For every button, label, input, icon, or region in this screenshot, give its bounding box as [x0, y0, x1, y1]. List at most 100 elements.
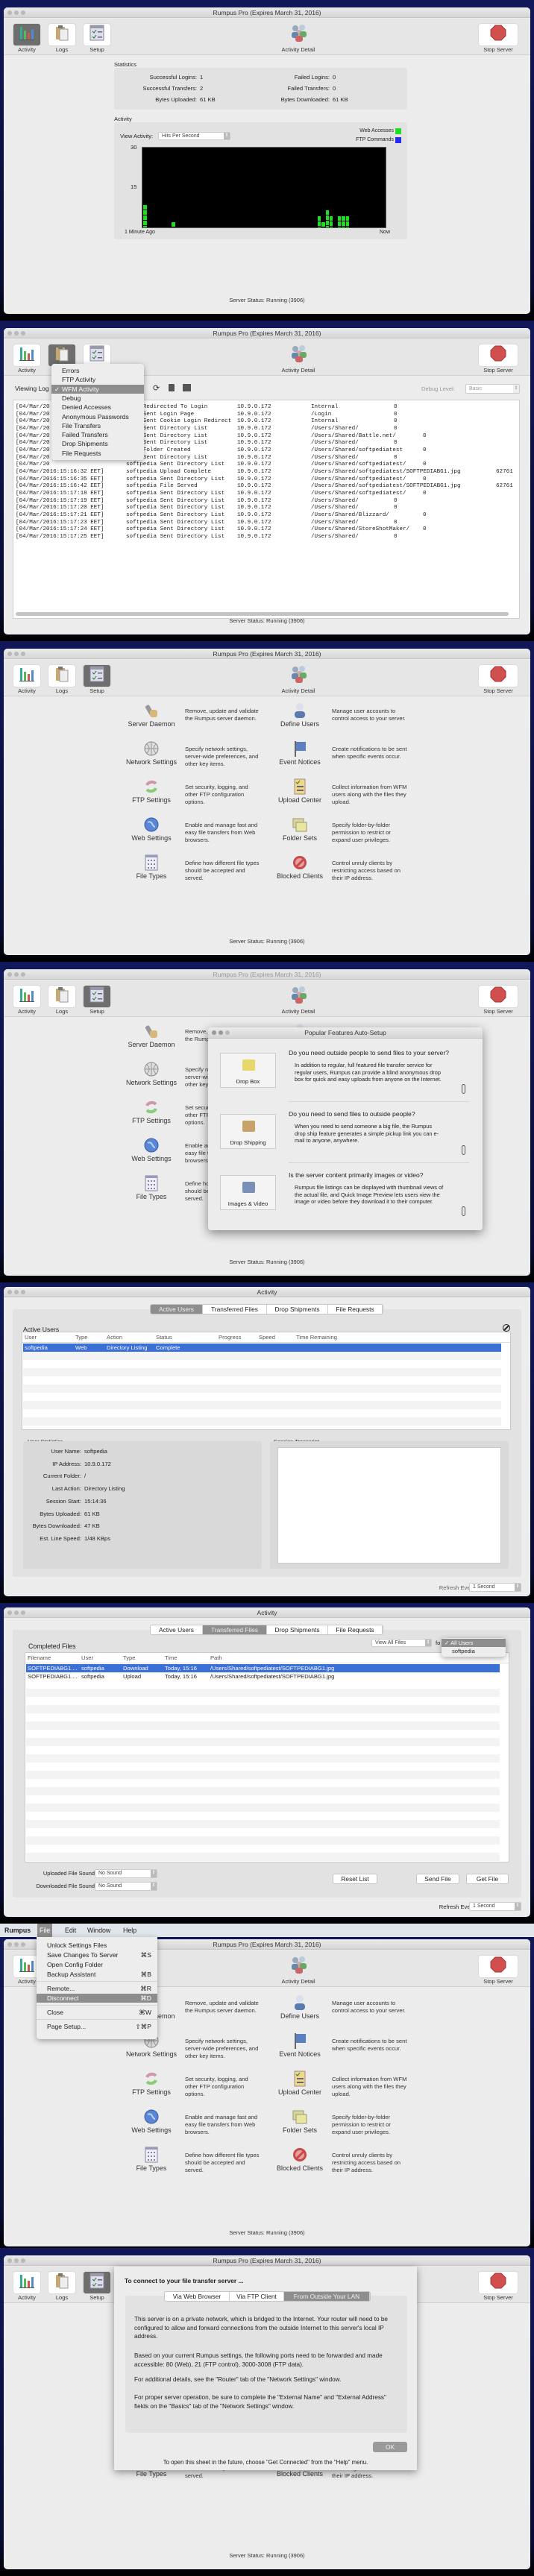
session-transcript-text[interactable]	[277, 1447, 501, 1563]
table-row[interactable]	[26, 1812, 500, 1820]
file-menu-item[interactable]: Unlock Settings Files	[37, 1941, 157, 1950]
ok-button[interactable]: OK	[373, 2442, 407, 2452]
table-row[interactable]	[23, 1385, 501, 1393]
table-row[interactable]	[26, 1779, 500, 1787]
column-header[interactable]: Type	[75, 1332, 87, 1343]
activity-detail-button[interactable]	[289, 344, 309, 364]
menubar-window[interactable]: Window	[85, 1924, 113, 1937]
table-row[interactable]	[26, 1730, 500, 1738]
stop-server-button[interactable]	[479, 665, 518, 687]
trash-icon[interactable]	[169, 384, 175, 391]
table-row[interactable]	[26, 1795, 500, 1804]
file-menu-item[interactable]: Backup Assistant ⌘B	[37, 1970, 157, 1979]
setup-toolbar-button[interactable]	[84, 344, 110, 366]
setup-toolbar-button[interactable]	[84, 665, 110, 687]
block-user-icon[interactable]	[503, 1324, 510, 1332]
logs-toolbar-button[interactable]	[48, 2272, 75, 2293]
downloaded-sound-select[interactable]: No Sound ⇕	[95, 1882, 157, 1891]
column-header[interactable]: Time Remaining	[296, 1332, 337, 1343]
uploaded-sound-select[interactable]: No Sound ⇕	[95, 1869, 157, 1878]
tab-transferred-files[interactable]: Transferred Files	[203, 1305, 267, 1314]
table-row[interactable]	[26, 1713, 500, 1722]
tab-drop-shipments[interactable]: Drop Shipments	[267, 1305, 328, 1314]
table-row[interactable]	[26, 1820, 500, 1828]
setup-toolbar-button[interactable]	[84, 2272, 110, 2293]
table-row[interactable]	[26, 1722, 500, 1730]
info-icon[interactable]	[462, 1084, 465, 1094]
table-row[interactable]	[23, 1360, 501, 1368]
tab-active-users[interactable]: Active Users	[151, 1625, 203, 1634]
column-header[interactable]: User	[25, 1332, 37, 1343]
stop-server-button[interactable]	[479, 24, 518, 45]
table-row[interactable]	[26, 1828, 500, 1836]
log-menu-item[interactable]: Drop Shipments	[51, 439, 144, 448]
feature-button[interactable]: Drop Shipping	[220, 1114, 276, 1149]
setup-toolbar-button[interactable]	[84, 986, 110, 1007]
table-row[interactable]	[26, 1853, 500, 1861]
table-row[interactable]	[23, 1352, 501, 1360]
menubar-help[interactable]: Help	[121, 1924, 139, 1937]
table-row[interactable]	[26, 1771, 500, 1779]
refresh-every-select[interactable]: 1 Second ⇕	[469, 1902, 521, 1911]
logs-toolbar-button[interactable]	[48, 665, 75, 687]
log-menu-item[interactable]: FTP Activity	[51, 375, 144, 384]
log-menu-item[interactable]: Errors	[51, 366, 144, 375]
tab-transferred-files[interactable]: Transferred Files	[203, 1625, 267, 1634]
log-menu-item[interactable]: Failed Transfers	[51, 430, 144, 439]
log-menu-item[interactable]: File Requests	[51, 449, 144, 458]
table-row[interactable]	[26, 1804, 500, 1812]
menubar-file[interactable]: File	[37, 1924, 53, 1937]
table-row[interactable]	[23, 1393, 501, 1401]
table-row[interactable]	[26, 1836, 500, 1845]
table-row[interactable]	[26, 1746, 500, 1754]
refresh-icon[interactable]: ⟳	[153, 383, 160, 393]
menubar-rumpus[interactable]: Rumpus	[2, 1924, 33, 1937]
tab-drop-shipments[interactable]: Drop Shipments	[267, 1625, 328, 1634]
feature-button[interactable]: Drop Box	[220, 1053, 276, 1088]
file-menu-item[interactable]: Disconnect ⌘D	[37, 1994, 157, 2003]
logs-toolbar-button[interactable]	[48, 24, 75, 45]
info-icon[interactable]	[462, 1145, 465, 1155]
table-row[interactable]	[26, 1845, 500, 1853]
tab-active-users[interactable]: Active Users	[151, 1305, 203, 1314]
feature-button[interactable]: Images & Video	[220, 1175, 276, 1210]
logs-toolbar-button[interactable]	[48, 986, 75, 1007]
setup-toolbar-button[interactable]	[84, 24, 110, 45]
column-header[interactable]: User	[81, 1653, 93, 1663]
activity-detail-button[interactable]	[289, 1956, 309, 1975]
table-row[interactable]	[26, 1689, 500, 1697]
debug-level-select[interactable]: Basic ⇕	[465, 384, 520, 394]
tab-file-requests[interactable]: File Requests	[328, 1625, 383, 1634]
log-menu-item[interactable]: ✓ WFM Activity	[51, 384, 144, 394]
table-row[interactable]: SOFTPEDIABG1.... softpedia Download Today, …	[26, 1664, 500, 1672]
table-row[interactable]	[23, 1401, 501, 1409]
tab-via-ftp-client[interactable]: Via FTP Client	[230, 2292, 284, 2301]
stop-server-button[interactable]	[479, 2272, 518, 2293]
table-row[interactable]	[26, 1763, 500, 1771]
tab-from-outside-your-lan[interactable]: From Outside Your LAN	[284, 2292, 370, 2301]
activity-toolbar-button[interactable]	[13, 2272, 40, 2293]
stop-server-button[interactable]	[479, 1956, 518, 1977]
export-icon[interactable]	[183, 384, 191, 391]
log-menu-item[interactable]: Denied Accesses	[51, 403, 144, 412]
table-row[interactable]: SOFTPEDIABG1.... softpedia Upload Today, 15…	[26, 1672, 500, 1681]
completed-files-table[interactable]: Filename User Type Time Path SOFTPEDIABG1....…	[25, 1652, 509, 1862]
activity-toolbar-button[interactable]	[13, 665, 40, 687]
send-file-button[interactable]: Send File	[416, 1874, 459, 1884]
table-row[interactable]	[23, 1417, 501, 1426]
table-row[interactable]: softpedia Web Directory Listing Complete	[23, 1344, 501, 1352]
reset-list-button[interactable]: Reset List	[333, 1874, 377, 1884]
info-icon[interactable]	[462, 1206, 465, 1216]
activity-toolbar-button[interactable]	[13, 986, 40, 1007]
file-menu-item[interactable]: Open Config Folder	[37, 1960, 157, 1969]
column-header[interactable]: Progress	[219, 1332, 241, 1343]
table-row[interactable]	[26, 1705, 500, 1713]
table-row[interactable]	[23, 1368, 501, 1376]
tab-via-web-browser[interactable]: Via Web Browser	[165, 2292, 230, 2301]
active-users-table[interactable]: User Type Action Status Progress Speed Time Re…	[22, 1332, 511, 1430]
file-menu-item[interactable]: Page Setup... ⇧⌘P	[37, 2022, 157, 2031]
file-menu-item[interactable]: Remote... ⌘R	[37, 1984, 157, 1993]
table-row[interactable]	[26, 1738, 500, 1746]
menu-item-softpedia[interactable]: softpedia	[442, 1647, 506, 1655]
table-row[interactable]	[26, 1697, 500, 1705]
